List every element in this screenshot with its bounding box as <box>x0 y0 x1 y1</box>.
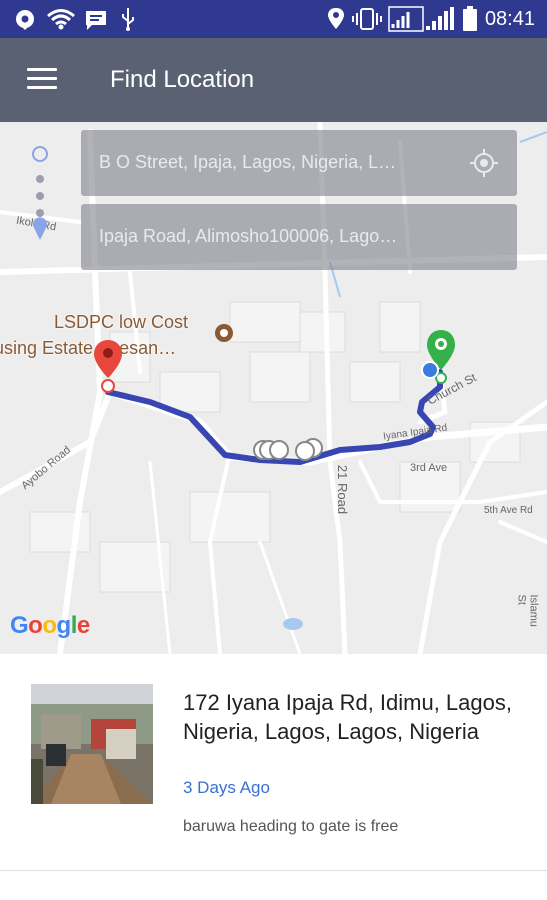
google-logo: Google <box>10 612 90 639</box>
destination-marker-icon[interactable] <box>92 338 124 394</box>
route-indicator-icon <box>32 146 48 240</box>
location-result-card[interactable]: 172 Iyana Ipaja Rd, Idimu, Lagos, Nigeri… <box>0 654 547 870</box>
road-label-21: 21 Road <box>335 464 351 515</box>
page-title: Find Location <box>110 66 255 93</box>
poi-label-line2: using Estate Abesan… <box>0 338 177 358</box>
battery-icon <box>463 6 477 31</box>
vibrate-icon <box>352 8 382 30</box>
message-icon <box>86 11 106 30</box>
poi-icon[interactable] <box>214 323 234 343</box>
road-label-islamu: Islamu St <box>515 594 540 627</box>
status-bar: 08:41 <box>0 0 547 38</box>
waypoint-markers <box>253 438 323 461</box>
destination-text: Ipaja Road, Alimosho100006, Lago… <box>99 226 398 246</box>
signal-icon <box>388 6 454 32</box>
origin-text: B O Street, Ipaja, Lagos, Nigeria, L… <box>99 152 397 172</box>
usb-icon <box>122 8 134 31</box>
wifi-icon <box>47 9 75 30</box>
origin-search-field[interactable]: B O Street, Ipaja, Lagos, Nigeria, L… <box>81 130 517 196</box>
status-time: 08:41 <box>484 8 535 30</box>
road-label-3rd-ave: 3rd Ave <box>410 462 448 474</box>
current-location-icon <box>421 361 439 379</box>
app-bar: Find Location <box>0 38 547 122</box>
divider <box>0 870 547 871</box>
location-icon <box>328 8 344 29</box>
gps-locate-icon[interactable] <box>469 148 499 178</box>
hamburger-menu-icon[interactable] <box>27 68 59 92</box>
result-note: baruwa heading to gate is free <box>183 818 399 835</box>
map-view[interactable]: Ikola Rd Church St Iyana Ipaja Rd Ayobo … <box>0 122 547 654</box>
result-time-ago: 3 Days Ago <box>183 778 270 797</box>
poi-label-line1: LSDPC low Cost <box>54 312 189 332</box>
road-label-5th-ave: 5th Ave Rd <box>484 505 533 516</box>
result-address: 172 Iyana Ipaja Rd, Idimu, Lagos, Nigeri… <box>183 690 512 744</box>
location-pin-icon <box>16 10 34 30</box>
destination-search-field[interactable]: Ipaja Road, Alimosho100006, Lago… <box>81 204 517 270</box>
location-photo <box>31 684 153 804</box>
